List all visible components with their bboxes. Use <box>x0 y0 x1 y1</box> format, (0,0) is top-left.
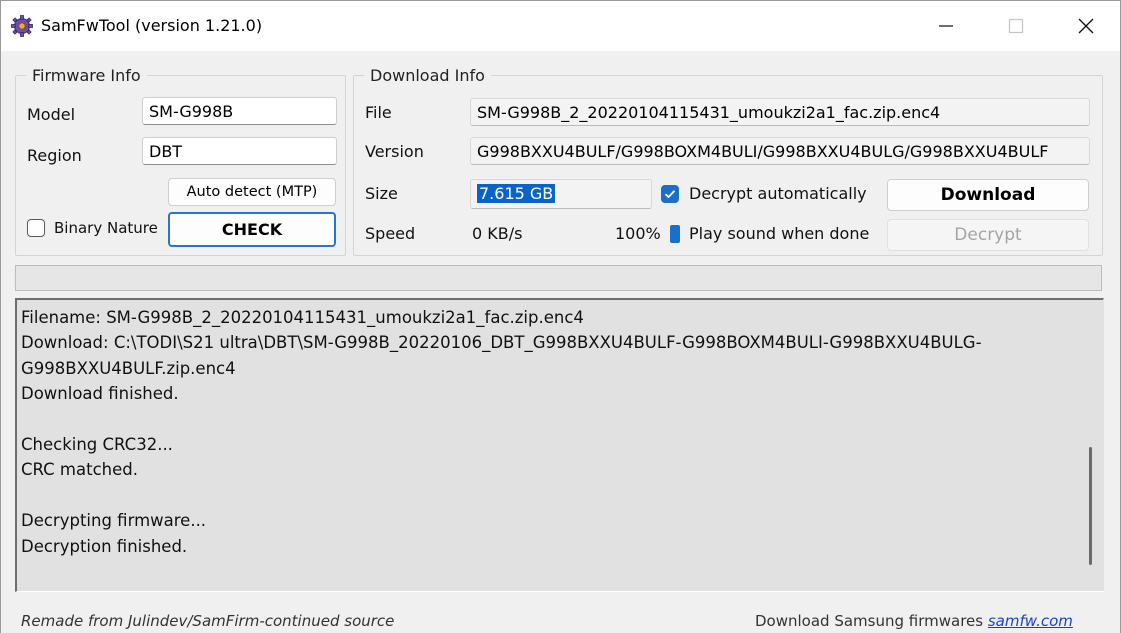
log-line: Decryption finished. <box>21 536 188 556</box>
region-label: Region <box>27 146 82 165</box>
samfw-link[interactable]: samfw.com <box>988 612 1073 630</box>
region-input[interactable]: DBT <box>142 137 337 165</box>
window-title: SamFwTool (version 1.21.0) <box>41 16 263 35</box>
size-field[interactable]: 7.615 GB <box>470 179 652 209</box>
log-line: Download finished. <box>21 384 179 404</box>
minimize-button[interactable] <box>911 1 981 51</box>
footer-credit: Remade from Julindev/SamFirm-continued s… <box>21 612 395 630</box>
binary-nature-checkbox[interactable] <box>27 219 45 237</box>
close-button[interactable] <box>1051 1 1120 51</box>
check-button[interactable]: CHECK <box>168 212 336 247</box>
decrypt-automatically-label: Decrypt automatically <box>689 184 867 203</box>
log-scrollbar[interactable] <box>1091 300 1104 591</box>
play-sound-checkbox[interactable] <box>670 225 680 243</box>
percent-value: 100% <box>615 224 661 243</box>
gear-app-icon <box>11 15 33 37</box>
log-line: Checking CRC32... <box>21 435 173 455</box>
firmware-info-legend: Firmware Info <box>32 66 141 85</box>
log-scroll-thumb[interactable] <box>1089 447 1092 565</box>
play-sound-label: Play sound when done <box>689 224 870 243</box>
progress-bar <box>15 265 1102 291</box>
footer-download-text: Download Samsung firmwares samfw.com <box>755 612 1073 630</box>
log-line: CRC matched. <box>21 460 138 480</box>
download-button[interactable]: Download <box>887 179 1089 211</box>
log-line: G998BXXU4BULF.zip.enc4 <box>21 358 236 378</box>
version-field[interactable]: G998BXXU4BULF/G998BOXM4BULI/G998BXXU4BUL… <box>470 137 1090 165</box>
speed-value: 0 KB/s <box>472 224 523 243</box>
log-text: Filename: SM-G998B_2_20220104115431_umou… <box>21 305 1071 559</box>
binary-nature-label: Binary Nature <box>54 219 158 237</box>
version-label: Version <box>365 142 424 161</box>
title-bar[interactable]: SamFwTool (version 1.21.0) <box>1 1 1120 51</box>
size-label: Size <box>365 184 398 203</box>
file-field[interactable]: SM-G998B_2_20220104115431_umoukzi2a1_fac… <box>470 98 1090 126</box>
close-icon <box>1078 18 1094 34</box>
maximize-icon <box>1008 18 1024 34</box>
checkmark-icon <box>664 190 676 199</box>
log-textbox[interactable]: Filename: SM-G998B_2_20220104115431_umou… <box>15 298 1104 592</box>
decrypt-button[interactable]: Decrypt <box>887 219 1089 251</box>
maximize-button[interactable] <box>981 1 1051 51</box>
footer-download-label: Download Samsung firmwares <box>755 612 984 630</box>
size-value-selected: 7.615 GB <box>477 184 556 203</box>
auto-detect-mtp-button[interactable]: Auto detect (MTP) <box>168 178 336 206</box>
model-label: Model <box>27 105 76 124</box>
file-label: File <box>365 103 392 122</box>
minimize-icon <box>939 25 953 27</box>
log-line: Download: C:\TODI\S21 ultra\DBT\SM-G998B… <box>21 333 982 353</box>
log-line: Filename: SM-G998B_2_20220104115431_umou… <box>21 308 584 327</box>
model-input[interactable]: SM-G998B <box>142 97 337 125</box>
app-window: SamFwTool (version 1.21.0) Firmware Info… <box>0 0 1121 633</box>
download-info-legend: Download Info <box>370 66 485 85</box>
log-line: Decrypting firmware... <box>21 511 207 531</box>
decrypt-automatically-checkbox[interactable] <box>661 185 679 203</box>
speed-label: Speed <box>365 224 416 243</box>
